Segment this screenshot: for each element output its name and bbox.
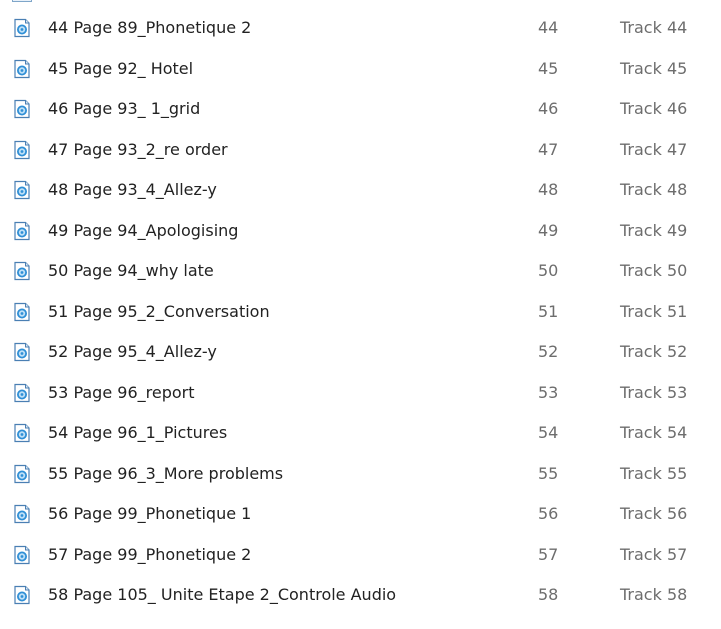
file-name: 54 Page 96_1_Pictures [48,423,228,442]
audio-file-icon [12,261,32,281]
file-row[interactable]: 48 Page 93_4_Allez-y 48 Track 48 [0,175,721,205]
file-row[interactable]: 58 Page 105_ Unite Etape 2_Controle Audi… [0,580,721,610]
file-row[interactable]: 55 Page 96_3_More problems 55 Track 55 [0,459,721,489]
file-name: 50 Page 94_why late [48,261,214,280]
file-name: 45 Page 92_ Hotel [48,58,194,78]
file-list: 44 Page 89_Phonetique 2 44 Track 44 45 Page… [0,0,721,629]
track-title: Track 54 [620,423,688,442]
track-title: Track 57 [620,544,688,564]
file-row[interactable]: 57 Page 99_Phonetique 2 57 Track 57 [0,540,721,570]
track-title: Track 52 [620,342,688,361]
track-number: 51 [538,301,559,321]
audio-file-icon [12,464,32,484]
file-name: 53 Page 96_report [48,382,195,402]
file-row[interactable]: 44 Page 89_Phonetique 2 44 Track 44 [0,13,721,43]
file-name: 58 Page 105_ Unite Etape 2_Controle Audi… [48,585,397,604]
track-title: Track 49 [620,220,688,240]
file-row[interactable]: 50 Page 94_why late 50 Track 50 [0,256,721,286]
file-row[interactable]: 47 Page 93_2_re order 47 Track 47 [0,135,721,165]
audio-file-icon [12,0,32,2]
audio-file-icon [12,221,32,241]
audio-file-icon [12,140,32,160]
track-number: 55 [538,463,559,483]
track-title: Track 47 [620,139,688,159]
file-row[interactable]: 56 Page 99_Phonetique 1 56 Track 56 [0,499,721,529]
track-title: Track 46 [620,99,688,118]
audio-file-icon [12,383,32,403]
file-name: 49 Page 94_Apologising [48,220,239,240]
track-title: Track 51 [620,301,688,321]
file-name: 56 Page 99_Phonetique 1 [48,504,252,523]
track-title: Track 50 [620,261,688,280]
file-row[interactable]: 53 Page 96_report 53 Track 53 [0,378,721,408]
track-title: Track 58 [620,585,688,604]
track-number: 50 [538,261,559,280]
file-name: 48 Page 93_4_Allez-y [48,180,217,199]
track-number: 44 [538,18,559,37]
audio-file-icon [12,99,32,119]
file-row[interactable]: 49 Page 94_Apologising 49 Track 49 [0,216,721,246]
audio-file-icon [12,545,32,565]
file-name: 57 Page 99_Phonetique 2 [48,544,252,564]
track-number: 45 [538,58,559,78]
track-number: 47 [538,139,559,159]
track-title: Track 45 [620,58,688,78]
track-title: Track 48 [620,180,688,199]
track-number: 56 [538,504,559,523]
file-row[interactable]: 46 Page 93_ 1_grid 46 Track 46 [0,94,721,124]
file-name: 55 Page 96_3_More problems [48,463,284,483]
file-row[interactable]: 54 Page 96_1_Pictures 54 Track 54 [0,418,721,448]
track-number: 46 [538,99,559,118]
track-number: 49 [538,220,559,240]
audio-file-icon [12,59,32,79]
file-row[interactable]: 45 Page 92_ Hotel 45 Track 45 [0,54,721,84]
track-title: Track 55 [620,463,688,483]
previous-row-clipped [0,0,721,4]
file-name: 52 Page 95_4_Allez-y [48,342,217,361]
file-name: 44 Page 89_Phonetique 2 [48,18,252,37]
audio-file-icon [12,342,32,362]
file-name: 47 Page 93_2_re order [48,139,228,159]
track-number: 58 [538,585,559,604]
audio-file-icon [12,423,32,443]
track-number: 52 [538,342,559,361]
audio-file-icon [12,504,32,524]
audio-file-icon [12,180,32,200]
file-name: 46 Page 93_ 1_grid [48,99,201,118]
file-row[interactable]: 52 Page 95_4_Allez-y 52 Track 52 [0,337,721,367]
audio-file-icon [12,585,32,605]
file-row[interactable]: 51 Page 95_2_Conversation 51 Track 51 [0,297,721,327]
track-title: Track 44 [620,18,688,37]
track-number: 57 [538,544,559,564]
track-number: 54 [538,423,559,442]
track-number: 48 [538,180,559,199]
audio-file-icon [12,302,32,322]
audio-file-icon [12,18,32,38]
track-title: Track 53 [620,382,688,402]
track-number: 53 [538,382,559,402]
file-name: 51 Page 95_2_Conversation [48,301,270,321]
track-title: Track 56 [620,504,688,523]
